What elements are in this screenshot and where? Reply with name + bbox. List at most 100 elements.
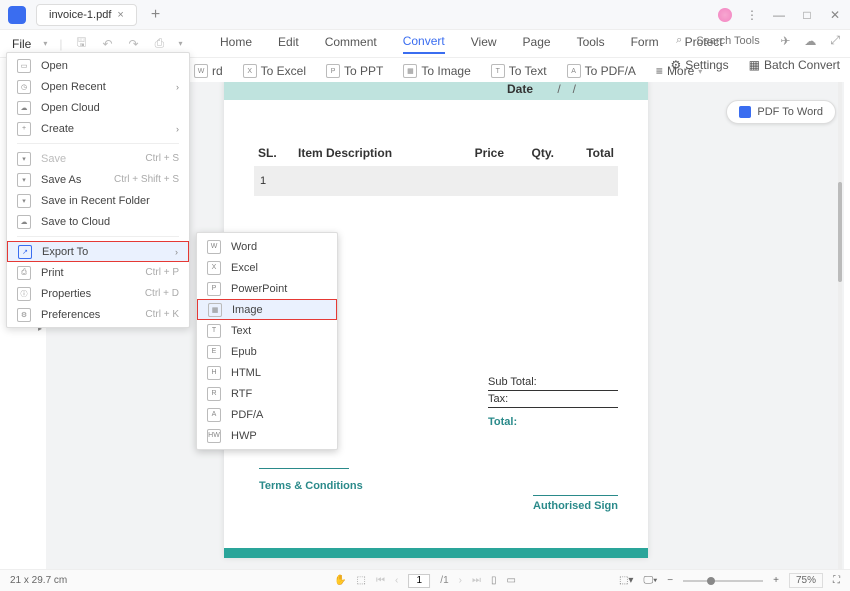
doc-footer-band xyxy=(224,548,648,558)
terms-divider xyxy=(259,468,349,469)
export-hwp[interactable]: HWHWP xyxy=(197,425,337,446)
fit-width-icon[interactable]: ⬚▾ xyxy=(619,575,633,586)
cloud-icon[interactable]: ☁ xyxy=(804,34,816,48)
file-menu-button[interactable]: File xyxy=(12,37,31,51)
prev-page-icon[interactable]: ‹ xyxy=(395,575,398,586)
table-row: 1 xyxy=(254,166,618,196)
fullscreen-icon[interactable]: ⛶ xyxy=(833,575,840,586)
tab-home[interactable]: Home xyxy=(220,35,252,53)
redo-icon[interactable]: ↷ xyxy=(126,37,140,51)
sub-total-label: Sub Total: xyxy=(488,376,537,388)
to-image-button[interactable]: ▦To Image xyxy=(403,64,470,78)
export-pdfa[interactable]: APDF/A xyxy=(197,404,337,425)
export-image[interactable]: ▦Image xyxy=(197,299,337,320)
export-powerpoint[interactable]: PPowerPoint xyxy=(197,278,337,299)
export-excel[interactable]: XExcel xyxy=(197,257,337,278)
menu-dots-icon[interactable]: ⋮ xyxy=(746,8,758,22)
select-tool-icon[interactable]: ⬚ xyxy=(357,575,366,586)
menu-create[interactable]: +Create› xyxy=(7,118,189,139)
new-tab-button[interactable]: + xyxy=(151,6,160,24)
batch-convert-button[interactable]: ▦Batch Convert xyxy=(749,58,840,72)
vertical-scrollbar[interactable] xyxy=(838,82,842,569)
export-to-submenu: WWord XExcel PPowerPoint ▦Image TText EE… xyxy=(196,232,338,450)
to-pdfa-button[interactable]: ATo PDF/A xyxy=(567,64,636,78)
search-icon[interactable]: ⌕ xyxy=(676,34,682,47)
date-separators: // xyxy=(557,82,588,96)
to-text-button[interactable]: TTo Text xyxy=(491,64,547,78)
close-window-button[interactable]: ✕ xyxy=(828,8,842,22)
export-html[interactable]: HHTML xyxy=(197,362,337,383)
print-icon[interactable]: ⎙ xyxy=(152,37,166,51)
tab-convert[interactable]: Convert xyxy=(403,34,445,54)
maximize-button[interactable]: □ xyxy=(800,8,814,22)
view-mode-2-icon[interactable]: ▭ xyxy=(507,575,516,586)
app-logo xyxy=(8,6,26,24)
to-excel-button[interactable]: XTo Excel xyxy=(243,64,306,78)
zoom-in-button[interactable]: + xyxy=(773,575,779,586)
doc-header-band: Date // xyxy=(224,82,648,100)
view-mode-1-icon[interactable]: ▯ xyxy=(491,575,497,586)
export-rtf[interactable]: RRTF xyxy=(197,383,337,404)
tab-page[interactable]: Page xyxy=(523,35,551,53)
first-page-icon[interactable]: ⏮ xyxy=(376,575,385,586)
total-label: Total: xyxy=(488,408,618,428)
minimize-button[interactable]: — xyxy=(772,8,786,22)
user-avatar[interactable] xyxy=(718,8,732,22)
last-page-icon[interactable]: ⏭ xyxy=(472,575,481,586)
menu-open-cloud[interactable]: ☁Open Cloud xyxy=(7,97,189,118)
word-icon xyxy=(739,106,751,118)
hand-tool-icon[interactable]: ✋ xyxy=(334,575,346,586)
file-menu: ▭Open ◷Open Recent› ☁Open Cloud +Create›… xyxy=(6,52,190,328)
page-total: /1 xyxy=(440,575,448,586)
menu-preferences[interactable]: ⚙PreferencesCtrl + K xyxy=(7,304,189,325)
export-word[interactable]: WWord xyxy=(197,236,337,257)
tax-label: Tax: xyxy=(488,393,508,405)
invoice-table: SL. Item Description Price Qty. Total 1 xyxy=(254,140,618,196)
menu-save-recent[interactable]: ▾Save in Recent Folder xyxy=(7,190,189,211)
page-nav: ✋ ⬚ ⏮ ‹ /1 › ⏭ ▯ ▭ xyxy=(334,574,516,588)
tab-view[interactable]: View xyxy=(471,35,497,53)
undo-icon[interactable]: ↶ xyxy=(100,37,114,51)
menu-open[interactable]: ▭Open xyxy=(7,55,189,76)
menu-save-cloud[interactable]: ☁Save to Cloud xyxy=(7,211,189,232)
expand-icon[interactable]: ⤢ xyxy=(830,33,840,48)
page-dimensions: 21 x 29.7 cm xyxy=(10,575,67,586)
export-epub[interactable]: EEpub xyxy=(197,341,337,362)
authorised-sign-label: Authorised Sign xyxy=(533,495,618,512)
file-menu-caret-icon[interactable]: ▾ xyxy=(43,39,47,48)
close-tab-icon[interactable]: × xyxy=(117,9,123,21)
hamburger-icon: ≡ xyxy=(656,64,663,78)
pdf-to-word-label: PDF To Word xyxy=(757,106,823,118)
menu-save-as[interactable]: ▾Save AsCtrl + Shift + S xyxy=(7,169,189,190)
cell-sl: 1 xyxy=(260,175,300,187)
col-header-sl: SL. xyxy=(258,146,298,160)
toolbar-caret-icon[interactable]: ▾ xyxy=(178,39,182,48)
menu-print[interactable]: ⎙PrintCtrl + P xyxy=(7,262,189,283)
document-tab[interactable]: invoice-1.pdf × xyxy=(36,4,137,26)
settings-button[interactable]: ⚙Settings xyxy=(670,58,728,72)
page-number-input[interactable] xyxy=(408,574,430,588)
to-word-button[interactable]: Wrd xyxy=(194,64,223,78)
screen-mode-icon[interactable]: 🖵▾ xyxy=(643,575,657,586)
summary-block: Sub Total: Tax: Total: xyxy=(488,374,618,428)
tab-form[interactable]: Form xyxy=(631,35,659,53)
to-ppt-button[interactable]: PTo PPT xyxy=(326,64,383,78)
terms-label: Terms & Conditions xyxy=(259,480,363,492)
zoom-slider[interactable] xyxy=(683,580,763,582)
menu-open-recent[interactable]: ◷Open Recent› xyxy=(7,76,189,97)
batch-icon: ▦ xyxy=(749,58,760,72)
tab-comment[interactable]: Comment xyxy=(325,35,377,53)
search-tools-input[interactable] xyxy=(696,35,766,47)
menu-properties[interactable]: ⓘPropertiesCtrl + D xyxy=(7,283,189,304)
chevron-right-icon: › xyxy=(176,82,179,92)
export-text[interactable]: TText xyxy=(197,320,337,341)
menu-export-to[interactable]: ↗Export To› xyxy=(7,241,189,262)
zoom-out-button[interactable]: − xyxy=(667,575,673,586)
status-bar-right: ⬚▾ 🖵▾ − + 75% ⛶ xyxy=(619,573,840,588)
send-icon[interactable]: ✈ xyxy=(780,34,790,48)
tab-tools[interactable]: Tools xyxy=(577,35,605,53)
tab-edit[interactable]: Edit xyxy=(278,35,299,53)
save-icon[interactable]: 🖫 xyxy=(74,37,88,51)
pdf-to-word-floating-button[interactable]: PDF To Word xyxy=(726,100,836,124)
next-page-icon[interactable]: › xyxy=(459,575,462,586)
